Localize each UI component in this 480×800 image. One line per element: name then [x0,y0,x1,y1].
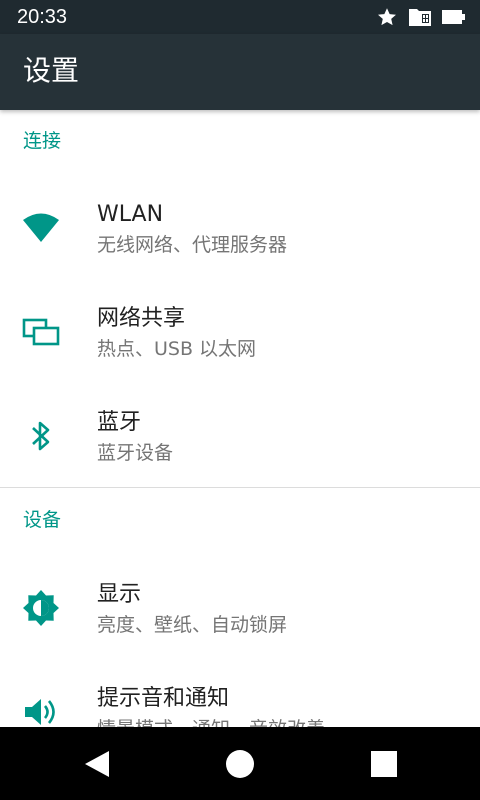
sim-card-icon [408,7,432,27]
settings-item-title: 蓝牙 [97,410,142,435]
settings-item-title: WLAN [97,202,164,227]
settings-item-title: 提示音和通知 [97,686,230,711]
settings-item-wlan[interactable]: WLAN 无线网络、代理服务器 [0,176,480,280]
recents-icon[interactable] [367,747,401,781]
settings-item-summary: 无线网络、代理服务器 [97,234,288,256]
section-header-connection: 连接 [23,130,62,152]
bluetooth-icon [20,415,62,457]
settings-item-summary: 亮度、壁纸、自动锁屏 [97,614,288,636]
settings-item-bluetooth[interactable]: 蓝牙 蓝牙设备 [0,384,480,488]
brightness-icon [20,587,62,629]
status-time: 20:33 [17,6,68,28]
wifi-icon [20,207,62,249]
settings-list[interactable]: 连接 WLAN 无线网络、代理服务器 网络共享 热点、USB 以太网 蓝牙 蓝牙… [0,110,480,727]
status-bar: 20:33 [0,0,480,34]
page-title: 设置 [23,54,80,87]
settings-item-summary: 蓝牙设备 [97,442,174,464]
settings-item-sound-notification[interactable]: 提示音和通知 情景模式、通知、音效改善 [0,660,480,727]
navigation-bar [0,727,480,800]
settings-item-title: 显示 [97,582,142,607]
tethering-icon [20,311,62,353]
settings-item-tethering[interactable]: 网络共享 热点、USB 以太网 [0,280,480,384]
battery-icon [442,9,466,25]
settings-item-summary: 热点、USB 以太网 [97,338,257,360]
section-header-device: 设备 [23,509,62,531]
settings-item-title: 网络共享 [97,306,186,331]
settings-item-display[interactable]: 显示 亮度、壁纸、自动锁屏 [0,556,480,660]
settings-item-summary: 情景模式、通知、音效改善 [97,716,325,727]
status-icons [376,6,466,28]
home-icon[interactable] [223,747,257,781]
star-icon [376,6,398,28]
volume-icon [20,691,62,727]
section-divider [0,487,480,488]
back-icon[interactable] [80,747,114,781]
app-bar: 设置 [0,34,480,110]
